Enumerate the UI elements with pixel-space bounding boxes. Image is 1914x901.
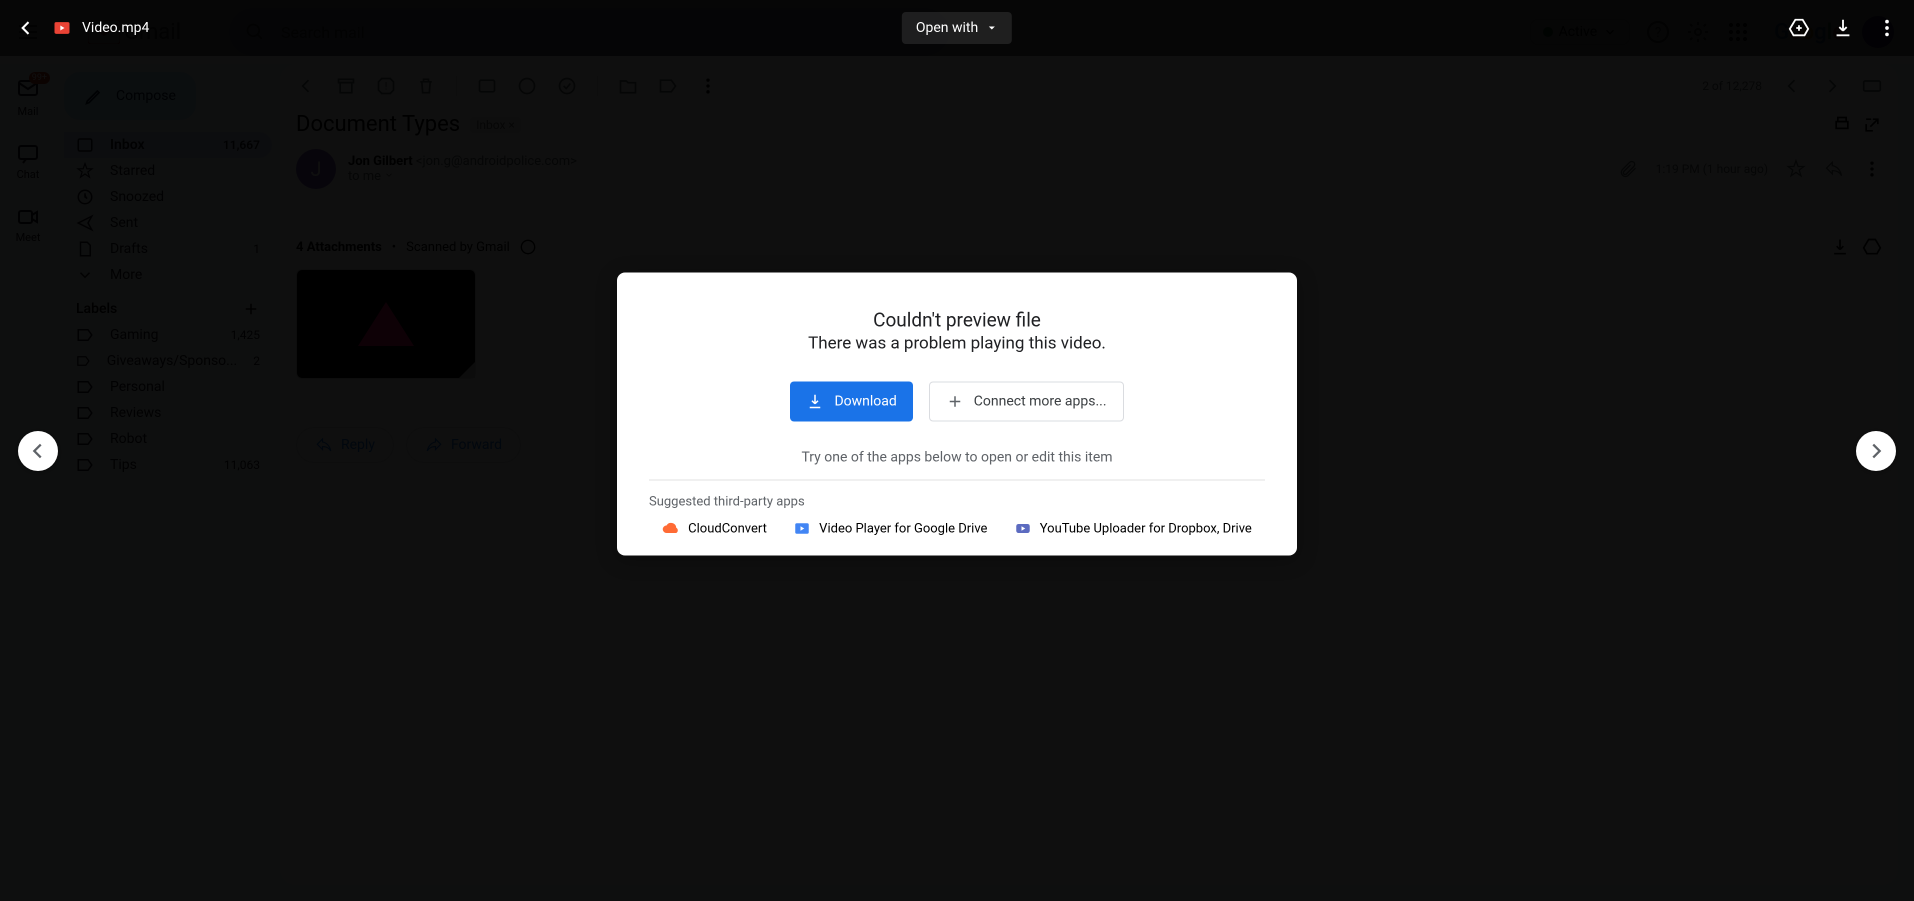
download-label: Download bbox=[834, 394, 896, 410]
more-vert-icon[interactable] bbox=[1876, 17, 1898, 39]
app-name: Video Player for Google Drive bbox=[819, 521, 987, 536]
cloud-convert-icon bbox=[662, 520, 680, 538]
preview-error-card: Couldn't preview file There was a proble… bbox=[617, 273, 1297, 556]
download-button[interactable]: Download bbox=[790, 382, 912, 422]
app-youtube-uploader[interactable]: YouTube Uploader for Dropbox, Drive bbox=[1014, 520, 1252, 538]
app-name: CloudConvert bbox=[688, 521, 767, 536]
back-arrow-icon[interactable] bbox=[16, 18, 36, 38]
viewer-topbar: Video.mp4 Open with bbox=[0, 0, 1914, 56]
file-chip: Video.mp4 bbox=[52, 18, 149, 38]
next-attachment-button[interactable] bbox=[1856, 431, 1896, 471]
error-actions: Download Connect more apps... bbox=[649, 382, 1265, 422]
add-to-drive-icon[interactable] bbox=[1788, 17, 1810, 39]
drive-video-icon bbox=[793, 520, 811, 538]
app-cloudconvert[interactable]: CloudConvert bbox=[662, 520, 767, 538]
error-title: Couldn't preview file bbox=[649, 309, 1265, 332]
viewer-actions bbox=[1788, 17, 1898, 39]
connect-label: Connect more apps... bbox=[974, 394, 1107, 410]
download-icon bbox=[806, 393, 824, 411]
error-subtitle: There was a problem playing this video. bbox=[649, 334, 1265, 354]
video-file-icon bbox=[52, 18, 72, 38]
filename-text: Video.mp4 bbox=[82, 20, 149, 36]
open-with-dropdown[interactable]: Open with bbox=[902, 12, 1012, 44]
chevron-left-icon bbox=[27, 440, 49, 462]
prev-attachment-button[interactable] bbox=[18, 431, 58, 471]
apps-header: Suggested third-party apps bbox=[649, 480, 1265, 520]
try-hint: Try one of the apps below to open or edi… bbox=[649, 450, 1265, 466]
open-with-label: Open with bbox=[916, 20, 978, 36]
caret-down-icon bbox=[986, 22, 998, 34]
chevron-right-icon bbox=[1865, 440, 1887, 462]
suggested-apps-row: CloudConvert Video Player for Google Dri… bbox=[649, 520, 1265, 556]
app-video-player[interactable]: Video Player for Google Drive bbox=[793, 520, 987, 538]
plus-icon bbox=[946, 393, 964, 411]
youtube-uploader-icon bbox=[1014, 520, 1032, 538]
connect-apps-button[interactable]: Connect more apps... bbox=[929, 382, 1124, 422]
app-name: YouTube Uploader for Dropbox, Drive bbox=[1040, 521, 1252, 536]
download-icon[interactable] bbox=[1832, 17, 1854, 39]
